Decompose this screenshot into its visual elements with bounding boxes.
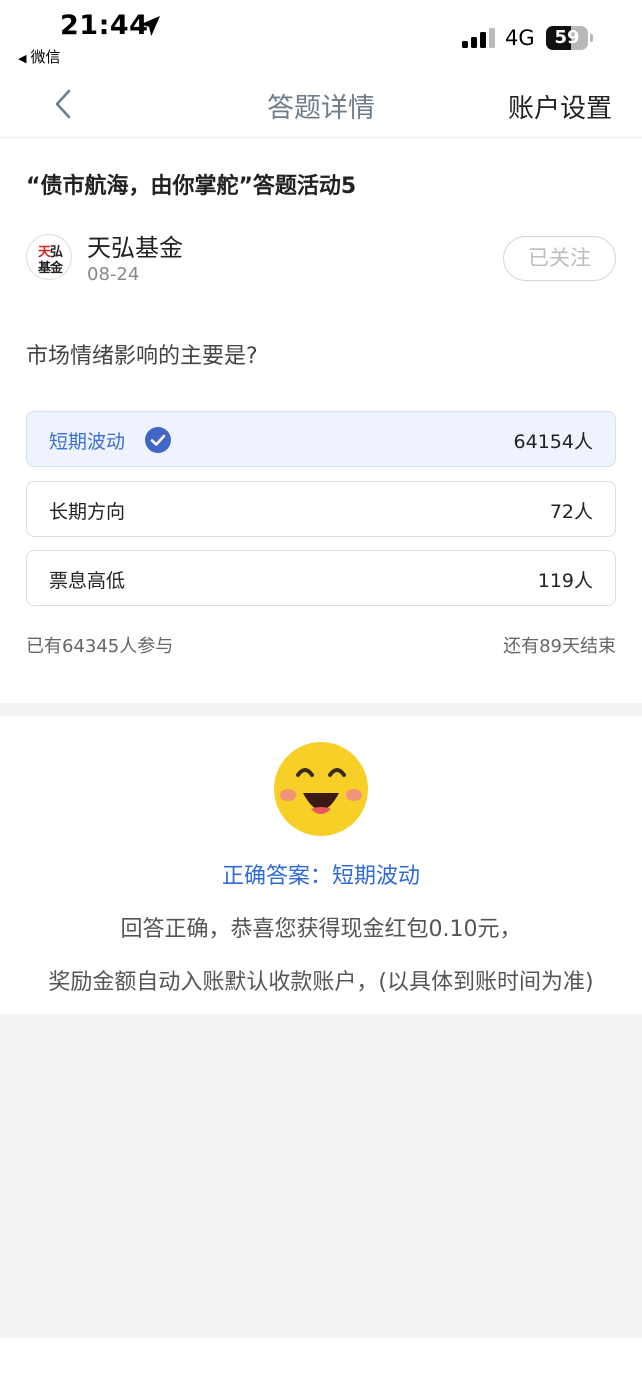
author-name[interactable]: 天弘基金: [87, 228, 183, 263]
question-text: 市场情绪影响的主要是?: [26, 344, 258, 369]
participants-count: 已有64345人参与: [26, 636, 174, 657]
follow-button[interactable]: 已关注: [503, 236, 616, 281]
reward-note: 奖励金额自动入账默认收款账户，(以具体到账时间为准): [48, 970, 594, 995]
option-2[interactable]: 长期方向 72人: [26, 481, 616, 537]
cellular-signal-icon: [462, 28, 495, 48]
battery-icon: 59: [546, 26, 594, 50]
correct-answer: 正确答案：短期波动: [221, 864, 420, 889]
status-time: 21:44: [60, 10, 149, 41]
option-1[interactable]: 短期波动 64154人: [26, 411, 616, 467]
avatar-line2: 基金: [37, 261, 63, 276]
location-arrow-icon: [140, 16, 160, 36]
page: 21:44 ◀ 微信 4G 59 答题详情 账户设置 “债市航海，由你掌舵”答题活…: [0, 0, 642, 1389]
days-remaining: 还有89天结束: [503, 636, 616, 657]
option-label: 短期波动: [49, 431, 126, 453]
bottom-blank-area: [0, 1014, 642, 1338]
check-circle-icon: [145, 427, 171, 453]
back-to-app-link[interactable]: ◀ 微信: [18, 46, 60, 67]
back-triangle-icon: ◀: [18, 52, 27, 65]
back-app-label: 微信: [30, 48, 61, 66]
nav-bar: 答题详情 账户设置: [0, 72, 642, 138]
status-bar: 21:44 ◀ 微信 4G 59: [0, 0, 642, 72]
author-avatar[interactable]: 天弘 基金: [26, 234, 72, 280]
battery-level: 59: [554, 27, 580, 48]
activity-title: “债市航海，由你掌舵”答题活动5: [26, 174, 357, 199]
reward-message: 回答正确，恭喜您获得现金红包0.10元，: [120, 917, 522, 942]
account-settings-button[interactable]: 账户设置: [508, 88, 612, 125]
smiley-face-icon: [274, 742, 368, 836]
option-3[interactable]: 票息高低 119人: [26, 550, 616, 606]
option-label: 长期方向: [49, 501, 126, 523]
section-divider: [0, 703, 642, 716]
option-count: 64154人: [513, 431, 593, 453]
option-count: 72人: [549, 501, 593, 523]
option-count: 119人: [537, 570, 593, 592]
network-type: 4G: [505, 26, 535, 50]
publish-date: 08-24: [87, 264, 140, 285]
option-label: 票息高低: [49, 570, 126, 592]
